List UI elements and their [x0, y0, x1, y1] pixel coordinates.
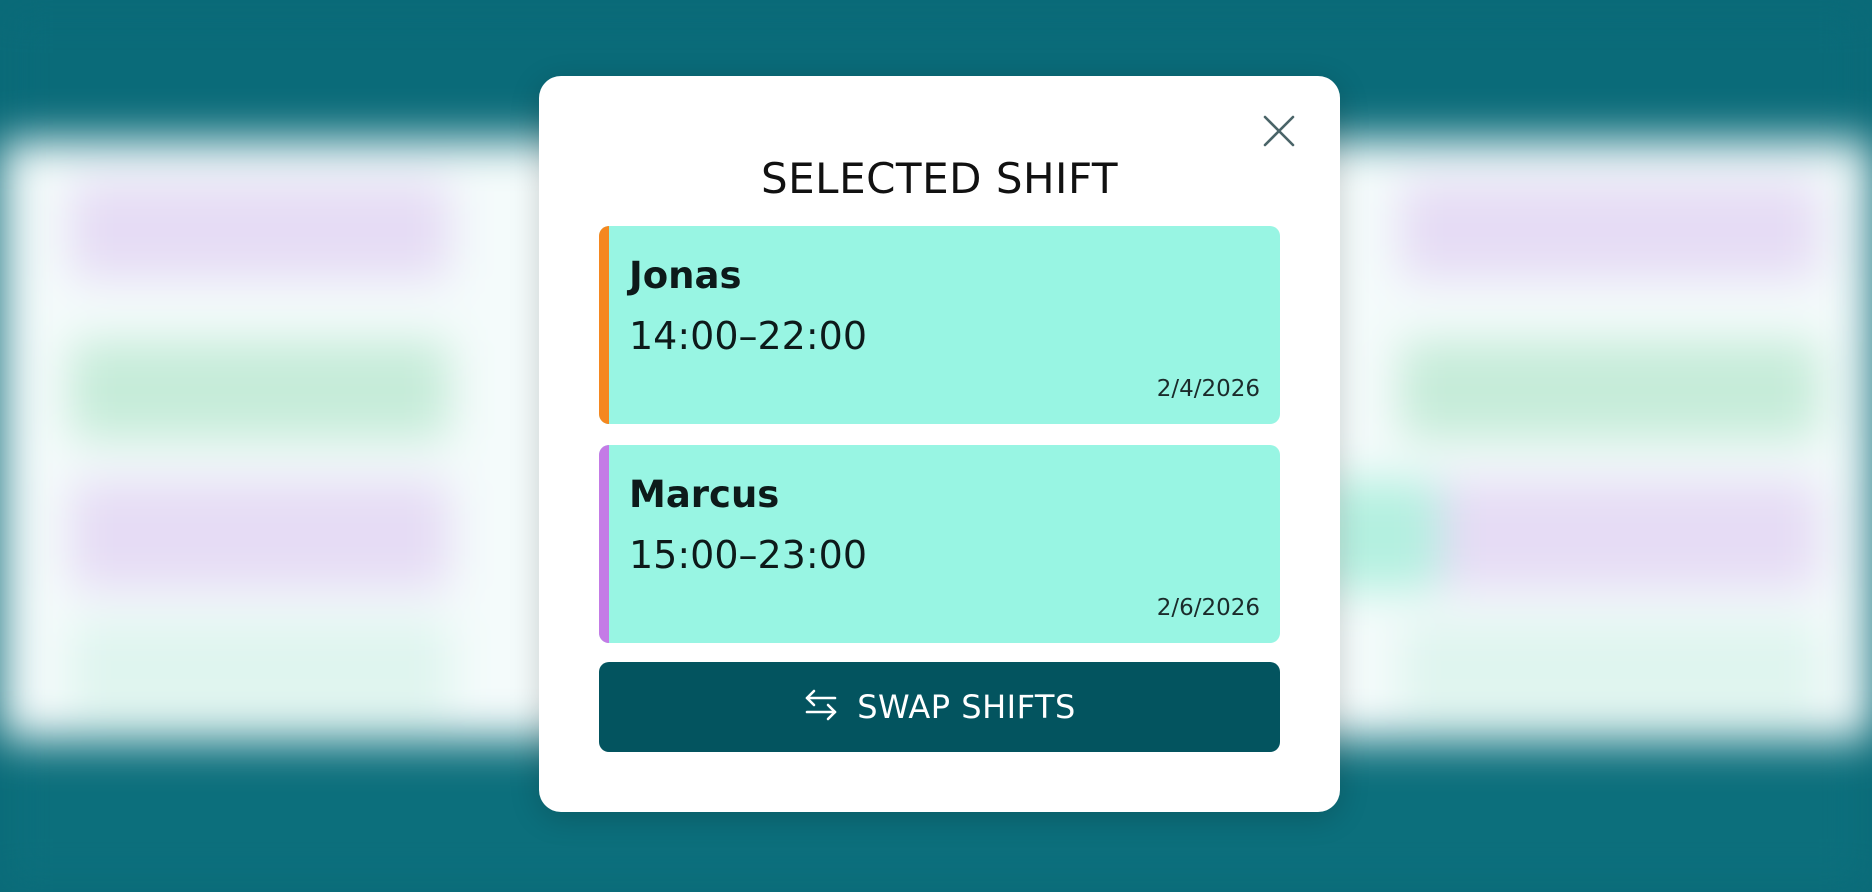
shift-time-range: 15:00–23:00 — [629, 533, 868, 577]
close-button[interactable] — [1256, 110, 1302, 156]
shift-employee-name: Marcus — [629, 473, 780, 516]
shift-card-jonas[interactable]: Jonas 14:00–22:00 2/4/2026 — [599, 226, 1280, 424]
shift-accent-stripe — [599, 445, 609, 643]
shift-time-range: 14:00–22:00 — [629, 314, 868, 358]
swap-shifts-button[interactable]: SWAP SHIFTS — [599, 662, 1280, 752]
shift-date: 2/6/2026 — [1156, 595, 1260, 621]
shift-employee-name: Jonas — [629, 254, 742, 297]
swap-shifts-label: SWAP SHIFTS — [857, 688, 1076, 726]
selected-shift-modal: SELECTED SHIFT Jonas 14:00–22:00 2/4/202… — [539, 76, 1340, 812]
shift-date: 2/4/2026 — [1156, 376, 1260, 402]
close-icon — [1262, 114, 1296, 152]
swap-arrows-icon — [803, 688, 839, 726]
modal-title: SELECTED SHIFT — [760, 154, 1119, 203]
shift-accent-stripe — [599, 226, 609, 424]
shift-card-marcus[interactable]: Marcus 15:00–23:00 2/6/2026 — [599, 445, 1280, 643]
